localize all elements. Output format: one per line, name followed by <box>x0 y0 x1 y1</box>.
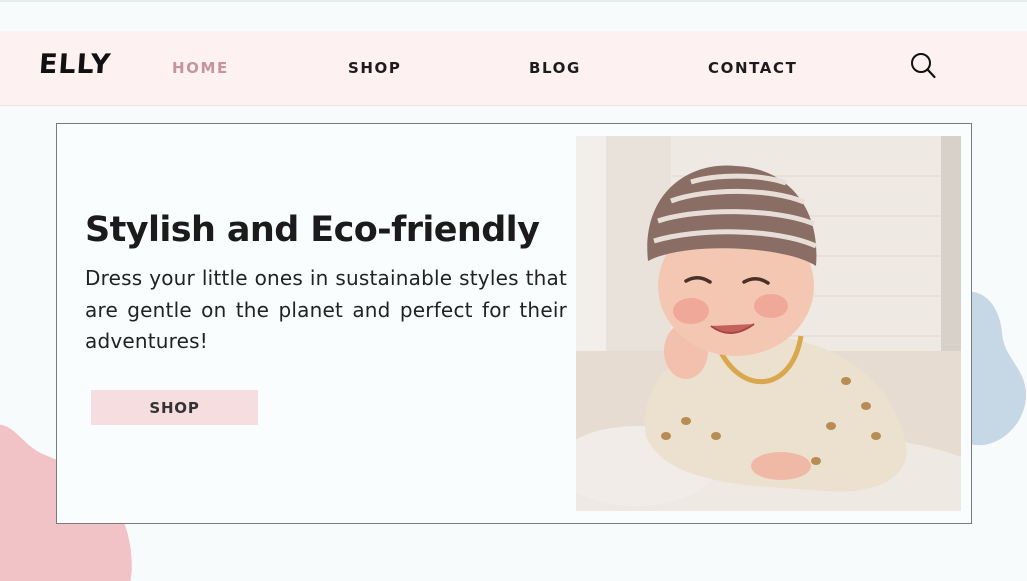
baby-photo-illustration <box>576 136 961 511</box>
hero-description: Dress your little ones in sustainable st… <box>85 266 567 353</box>
top-strip <box>0 0 1027 31</box>
nav-shop-link[interactable]: SHOP <box>348 59 402 77</box>
nav-contact-link[interactable]: CONTACT <box>708 59 797 77</box>
navbar: ELLY HOME SHOP BLOG CONTACT <box>0 31 1027 106</box>
hero-shop-button[interactable]: SHOP <box>91 390 258 425</box>
search-button[interactable] <box>909 52 937 80</box>
page: ELLY HOME SHOP BLOG CONTACT Stylish and … <box>0 0 1027 581</box>
search-icon <box>911 53 936 79</box>
nav-blog-link[interactable]: BLOG <box>529 59 581 77</box>
nav-home-link[interactable]: HOME <box>172 59 229 77</box>
logo[interactable]: ELLY <box>38 49 112 80</box>
hero-title: Stylish and Eco-friendly <box>85 210 540 250</box>
hero-card: Stylish and Eco-friendly Dress your litt… <box>56 123 972 524</box>
hero-photo <box>576 136 961 511</box>
